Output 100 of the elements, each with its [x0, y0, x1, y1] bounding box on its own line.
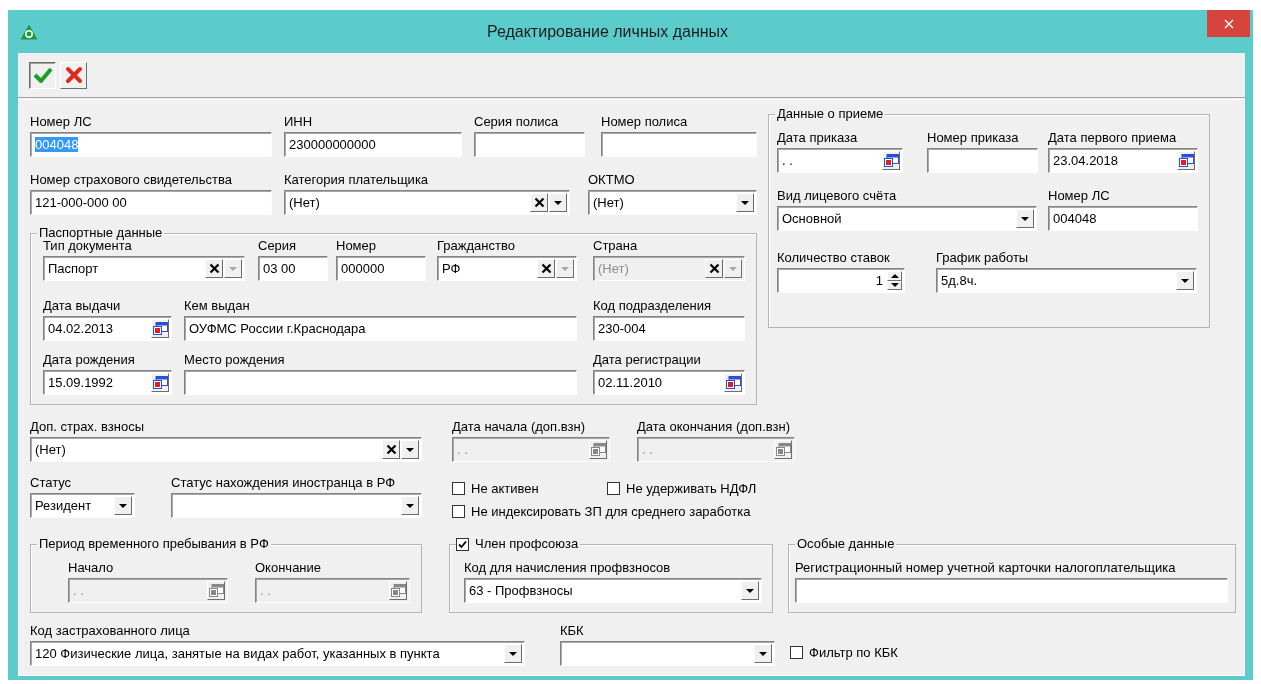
dropdown-button[interactable]	[754, 644, 772, 663]
calendar-icon	[883, 154, 899, 167]
dropdown[interactable]: 63 - Профвзносы	[464, 578, 762, 603]
text-field[interactable]	[184, 370, 577, 395]
field-label: Серия полиса	[474, 113, 560, 130]
dropdown[interactable]: (Нет)	[588, 190, 757, 215]
dropdown[interactable]	[560, 641, 775, 666]
save-button[interactable]	[29, 61, 56, 89]
dropdown-button[interactable]	[504, 644, 522, 663]
calendar-icon	[152, 322, 168, 335]
date-field[interactable]: 04.02.2013	[43, 316, 172, 341]
window-title: Редактирование личных данных	[485, 22, 730, 41]
field-label: Вид лицевого счёта	[777, 187, 898, 204]
checkbox-label[interactable]: Не индексировать ЗП для среднего заработка	[471, 504, 751, 519]
field-label: Место рождения	[184, 351, 286, 368]
field-label: Номер ЛС	[30, 113, 93, 130]
field-label: График работы	[936, 249, 1030, 266]
dropdown-button[interactable]	[741, 581, 759, 600]
dropdown-button[interactable]	[1176, 271, 1194, 290]
text-field[interactable]: ОУФМС России г.Краснодара	[184, 316, 577, 341]
dropdown[interactable]: (Нет)	[30, 437, 422, 462]
calendar-icon	[775, 443, 791, 456]
dropdown[interactable]	[171, 493, 422, 518]
dropdown-button[interactable]	[1016, 209, 1034, 228]
field-label: Номер приказа	[927, 129, 1020, 146]
date-field[interactable]: . .	[777, 148, 903, 173]
checkbox-label[interactable]: Фильтр по КБК	[809, 645, 898, 660]
dropdown-button[interactable]	[401, 496, 419, 515]
calendar-icon	[725, 376, 741, 389]
text-field[interactable]: 121-000-000 00	[30, 190, 272, 215]
clear-button[interactable]	[530, 193, 548, 212]
field-label: Доп. страх. взносы	[30, 418, 146, 435]
checkbox[interactable]	[456, 537, 469, 551]
dropdown-button[interactable]	[401, 440, 419, 459]
field-label: Дата окончания (доп.взн)	[637, 418, 791, 435]
dropdown[interactable]: Резидент	[30, 493, 135, 518]
dropdown-button[interactable]	[549, 193, 567, 212]
text-field[interactable]: 230000000000	[284, 132, 462, 157]
field-label: Регистрационный номер учетной карточки налогоплательщика	[795, 559, 1177, 576]
text-field[interactable]: 03 00	[258, 256, 328, 281]
spin-up-button[interactable]	[887, 271, 902, 281]
dropdown[interactable]: РФ	[437, 256, 577, 281]
checkbox-label[interactable]: Член профсоюза	[469, 536, 581, 552]
number-spinner[interactable]: 1	[777, 268, 905, 293]
calendar-button[interactable]	[882, 151, 900, 170]
field-label: Дата приказа	[777, 129, 859, 146]
text-field[interactable]	[927, 148, 1038, 173]
dropdown[interactable]: (Нет)	[284, 190, 570, 215]
field-label: Статус нахождения иностранца в РФ	[171, 474, 397, 491]
dropdown-button[interactable]	[114, 496, 132, 515]
checkbox[interactable]	[452, 505, 465, 518]
checkbox[interactable]	[452, 482, 465, 495]
close-icon	[1223, 18, 1234, 29]
text-field[interactable]	[474, 132, 585, 157]
field-label: Дата начала (доп.взн)	[452, 418, 586, 435]
clear-button[interactable]	[382, 440, 400, 459]
date-field[interactable]: 02.11.2010	[593, 370, 745, 395]
calendar-button[interactable]	[1177, 151, 1195, 170]
calendar-button[interactable]	[724, 373, 742, 392]
text-field[interactable]	[795, 578, 1228, 603]
dropdown[interactable]: Основной	[777, 206, 1037, 231]
field-label: Категория плательщика	[284, 171, 430, 188]
text-field[interactable]: 230-004	[593, 316, 745, 341]
field-label: Код подразделения	[593, 297, 712, 314]
dropdown[interactable]: 5д.8ч.	[936, 268, 1197, 293]
field-label: Начало	[68, 559, 115, 576]
field-label: Код для начисления профвзносов	[464, 559, 672, 576]
field-label: КБК	[560, 622, 585, 639]
checkbox[interactable]	[790, 646, 803, 659]
field-label: Дата первого приема	[1048, 129, 1178, 146]
field-label: Гражданство	[437, 237, 516, 254]
date-field[interactable]: 15.09.1992	[43, 370, 172, 395]
calendar-button[interactable]	[151, 319, 169, 338]
field-label: Дата выдачи	[43, 297, 122, 314]
app-icon	[20, 23, 38, 40]
dropdown-button[interactable]	[736, 193, 754, 212]
text-field[interactable]: 004048	[1048, 206, 1198, 231]
cancel-button[interactable]	[60, 61, 87, 89]
cross-icon	[208, 263, 220, 274]
field-label: Окончание	[255, 559, 323, 576]
date-field[interactable]: 23.04.2018	[1048, 148, 1198, 173]
cross-icon	[64, 66, 83, 84]
text-field[interactable]	[601, 132, 757, 157]
clear-button[interactable]	[537, 259, 555, 278]
calendar-icon	[390, 584, 406, 597]
calendar-icon	[208, 584, 224, 597]
spin-down-button[interactable]	[887, 280, 902, 290]
text-field[interactable]: 000000	[336, 256, 426, 281]
dropdown[interactable]: Паспорт	[43, 256, 245, 281]
checkbox-label[interactable]: Не удерживать НДФЛ	[626, 481, 757, 496]
calendar-icon	[590, 443, 606, 456]
check-icon	[32, 66, 53, 84]
cross-icon	[540, 263, 552, 274]
checkbox-label[interactable]: Не активен	[471, 481, 539, 496]
field-label: Кем выдан	[184, 297, 251, 314]
calendar-button[interactable]	[151, 373, 169, 392]
clear-button[interactable]	[205, 259, 223, 278]
dropdown[interactable]: 120 Физические лица, занятые на видах работ, указанных в пункта	[30, 641, 525, 666]
checkbox[interactable]	[607, 482, 620, 495]
field-label: Количество ставок	[777, 249, 891, 266]
